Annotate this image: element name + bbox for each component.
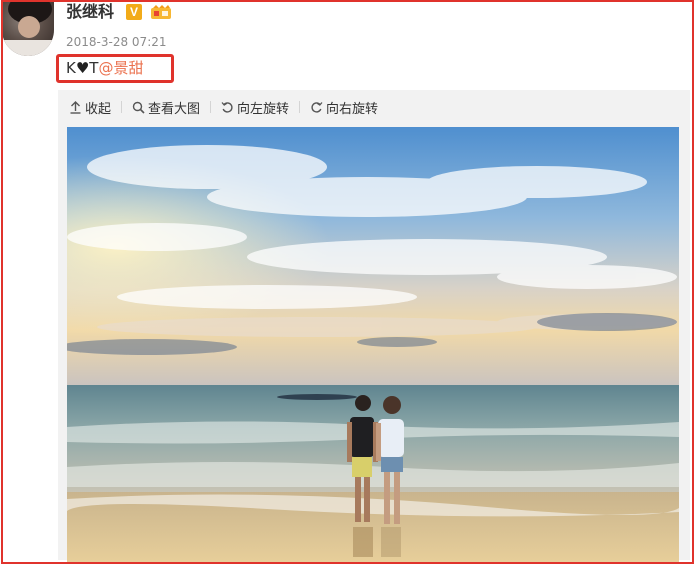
collapse-up-arrow-icon [70,100,81,114]
content-highlight-box [56,54,174,83]
post-photo[interactable] [67,127,679,564]
rotate-right-button[interactable]: 向右旋转 [307,98,381,117]
rotate-left-label: 向左旋转 [237,101,290,117]
user-avatar[interactable] [2,0,54,56]
view-large-label: 查看大图 [148,101,201,117]
rotate-right-icon [311,101,323,113]
magnifier-icon [132,101,145,114]
toolbar-divider [299,101,301,113]
username-link[interactable]: 张继科 [66,2,114,22]
collapse-label: 收起 [85,101,112,117]
post-timestamp[interactable]: 2018-3-28 07:21 [66,34,167,50]
view-large-button[interactable]: 查看大图 [129,98,203,117]
avatar-face [18,16,40,38]
rotate-left-icon [221,101,233,113]
rotate-right-label: 向右旋转 [326,101,379,117]
toolbar-divider [121,101,123,113]
vip-member-icon[interactable] [150,5,172,20]
toolbar-divider [210,101,212,113]
verified-v-icon[interactable]: V [126,4,142,20]
beach-sunset-image [67,127,679,564]
collapse-button[interactable]: 收起 [66,98,114,117]
media-toolbar: 收起 查看大图 向左旋转 向右旋转 [66,97,381,117]
rotate-left-button[interactable]: 向左旋转 [218,98,292,117]
avatar-shirt [2,40,54,56]
